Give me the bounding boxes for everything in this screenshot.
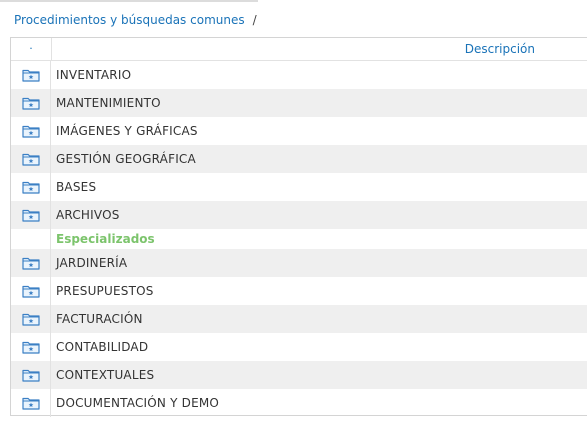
- folder-star-icon[interactable]: [21, 368, 40, 382]
- top-divider: [0, 0, 258, 2]
- row-label: GESTIÓN GEOGRÁFICA: [56, 152, 196, 166]
- folder-star-icon[interactable]: [21, 68, 40, 82]
- folder-icon-cell: [11, 117, 51, 145]
- row-label: MANTENIMIENTO: [56, 96, 161, 110]
- row-label: BASES: [56, 180, 97, 194]
- table-row[interactable]: GESTIÓN GEOGRÁFICA: [11, 145, 587, 173]
- row-label: CONTEXTUALES: [56, 368, 155, 382]
- folder-star-icon[interactable]: [21, 340, 40, 354]
- row-label: PRESUPUESTOS: [56, 284, 154, 298]
- row-label: JARDINERÍA: [56, 256, 128, 270]
- table-row[interactable]: FACTURACIÓN: [11, 305, 587, 333]
- procedures-table: · Descripción INVENTARIO MANTENIMIENTO I…: [10, 37, 587, 417]
- table-row[interactable]: PRESUPUESTOS: [11, 277, 587, 305]
- folder-star-icon[interactable]: [21, 96, 40, 110]
- table-row[interactable]: MANTENIMIENTO: [11, 89, 587, 117]
- table-row[interactable]: CONTABILIDAD: [11, 333, 587, 361]
- row-label: FACTURACIÓN: [56, 312, 143, 326]
- row-label: CONTABILIDAD: [56, 340, 149, 354]
- table-row[interactable]: INVENTARIO: [11, 61, 587, 89]
- folder-star-icon[interactable]: [21, 256, 40, 270]
- description-column-header[interactable]: Descripción: [465, 38, 535, 60]
- breadcrumb-link-procedimientos[interactable]: Procedimientos y búsquedas comunes: [14, 13, 245, 27]
- folder-icon-cell: [11, 61, 51, 89]
- folder-icon-cell: [11, 89, 51, 117]
- folder-star-icon[interactable]: [21, 208, 40, 222]
- table-row[interactable]: DOCUMENTACIÓN Y DEMO: [11, 389, 587, 417]
- folder-icon-cell: [11, 333, 51, 361]
- table-row[interactable]: IMÁGENES Y GRÁFICAS: [11, 117, 587, 145]
- folder-icon-cell: [11, 361, 51, 389]
- section-heading-especializados: Especializados: [56, 232, 155, 246]
- table-row[interactable]: BASES: [11, 173, 587, 201]
- section-icon-cell: [11, 229, 51, 249]
- folder-star-icon[interactable]: [21, 124, 40, 138]
- table-row[interactable]: CONTEXTUALES: [11, 361, 587, 389]
- header-marker-column[interactable]: ·: [11, 38, 52, 60]
- breadcrumb: Procedimientos y búsquedas comunes /: [14, 12, 257, 28]
- folder-star-icon[interactable]: [21, 284, 40, 298]
- folder-star-icon[interactable]: [21, 396, 40, 410]
- folder-icon-cell: [11, 249, 51, 277]
- folder-icon-cell: [11, 389, 51, 417]
- table-row[interactable]: JARDINERÍA: [11, 249, 587, 277]
- folder-icon-cell: [11, 173, 51, 201]
- folder-icon-cell: [11, 201, 51, 229]
- row-label: INVENTARIO: [56, 68, 132, 82]
- row-label: DOCUMENTACIÓN Y DEMO: [56, 396, 220, 410]
- row-label: ARCHIVOS: [56, 208, 120, 222]
- breadcrumb-separator: /: [252, 13, 257, 27]
- folder-icon-cell: [11, 277, 51, 305]
- table-body: INVENTARIO MANTENIMIENTO IMÁGENES Y GRÁF…: [11, 61, 587, 417]
- row-label: IMÁGENES Y GRÁFICAS: [56, 124, 198, 138]
- folder-star-icon[interactable]: [21, 180, 40, 194]
- folder-star-icon[interactable]: [21, 152, 40, 166]
- folder-icon-cell: [11, 145, 51, 173]
- table-row[interactable]: ARCHIVOS: [11, 201, 587, 229]
- section-heading-row: Especializados: [11, 229, 587, 249]
- folder-icon-cell: [11, 305, 51, 333]
- table-header: · Descripción: [11, 38, 587, 61]
- folder-star-icon[interactable]: [21, 312, 40, 326]
